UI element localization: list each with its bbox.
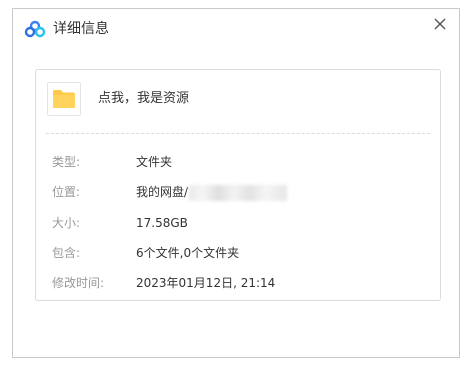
location-label: 位置: bbox=[52, 185, 81, 199]
location-value-wrap[interactable]: 我的网盘/ bbox=[136, 183, 288, 201]
contains-label: 包含: bbox=[52, 246, 81, 260]
location-value[interactable]: 我的网盘/ bbox=[136, 185, 188, 199]
size-label: 大小: bbox=[52, 216, 81, 230]
title-bar: 详细信息 bbox=[13, 9, 459, 49]
divider bbox=[46, 133, 430, 134]
folder-icon bbox=[53, 90, 75, 108]
cloud-logo-icon bbox=[24, 20, 46, 38]
details-card: 点我，我是资源 类型: 文件夹 位置: 我的网盘/ 大小: 17.58GB 包含… bbox=[35, 69, 441, 301]
dialog-title: 详细信息 bbox=[53, 21, 109, 37]
folder-thumbnail bbox=[47, 82, 81, 116]
redacted-path bbox=[189, 184, 288, 201]
type-value: 文件夹 bbox=[136, 155, 173, 169]
modified-value: 2023年01月12日, 21:14 bbox=[136, 276, 276, 290]
type-label: 类型: bbox=[52, 155, 81, 169]
close-button[interactable] bbox=[429, 13, 451, 35]
size-value: 17.58GB bbox=[136, 216, 188, 230]
details-dialog: 详细信息 点我，我是资源 类型: 文件夹 位置: 我的网盘/ 大小: 17.58… bbox=[12, 8, 460, 358]
file-name: 点我，我是资源 bbox=[98, 91, 190, 106]
contains-value: 6个文件,0个文件夹 bbox=[136, 246, 240, 260]
modified-label: 修改时间: bbox=[52, 276, 105, 290]
